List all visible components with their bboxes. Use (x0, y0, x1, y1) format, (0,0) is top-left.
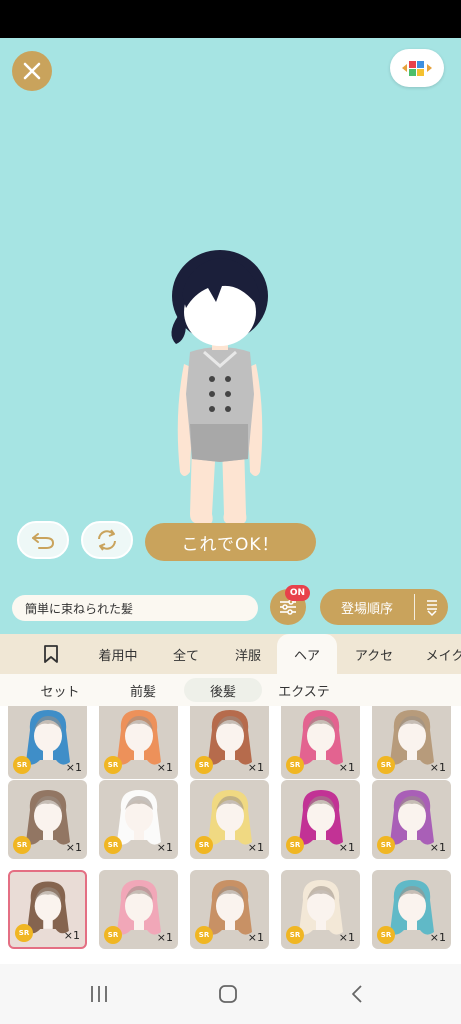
hair-item-card[interactable]: SR ×1 (372, 706, 451, 779)
tab-hair[interactable]: ヘア (277, 634, 337, 674)
hair-item-card[interactable]: SR ×1 (281, 780, 360, 859)
avatar-stage: これでOK！ (0, 38, 461, 580)
rarity-badge: SR (377, 756, 395, 774)
rarity-badge: SR (377, 836, 395, 854)
hair-item-card[interactable]: SR ×1 (8, 780, 87, 859)
item-toolbar: 簡単に束ねられた髪 ON 登場順序 (0, 580, 461, 634)
subtab-set[interactable]: セット (22, 678, 98, 702)
close-icon (23, 62, 41, 80)
undo-icon (32, 533, 55, 549)
rarity-badge: SR (104, 756, 122, 774)
rarity-badge: SR (286, 926, 304, 944)
selected-item-name: 簡単に束ねられた髪 (12, 595, 258, 621)
tab-all[interactable]: 全て (160, 634, 212, 674)
nav-back-button[interactable] (342, 981, 372, 1007)
hair-item-card[interactable]: SR ×1 (281, 706, 360, 779)
filter-on-badge: ON (285, 585, 310, 601)
hair-item-card[interactable]: SR ×1 (190, 870, 269, 949)
bookmark-icon (44, 645, 58, 663)
undo-button[interactable] (17, 521, 69, 559)
rarity-badge: SR (195, 756, 213, 774)
item-quantity: ×1 (247, 931, 264, 944)
wardrobe-panel: 着用中 全て 洋服 ヘア アクセ メイク セット 前髪 後髪 エクステ SR ×1 SR ×1 SR ×1… (0, 634, 461, 964)
item-quantity: ×1 (429, 841, 446, 854)
sort-order-label: 登場順序 (340, 601, 393, 617)
close-button[interactable] (12, 51, 52, 91)
palette-button[interactable] (390, 49, 444, 87)
hair-item-card[interactable]: SR ×1 (190, 780, 269, 859)
tab-wearing[interactable]: 着用中 (80, 634, 156, 674)
tab-bookmark[interactable] (28, 634, 74, 674)
rarity-badge: SR (13, 836, 31, 854)
rotate-button[interactable] (81, 521, 133, 559)
item-quantity: ×1 (247, 841, 264, 854)
confirm-ok-button[interactable]: これでOK！ (145, 523, 316, 561)
hair-item-card[interactable]: SR ×1 (372, 870, 451, 949)
item-quantity: ×1 (338, 841, 355, 854)
hair-item-card[interactable]: SR ×1 (8, 706, 87, 779)
subtab-extensions[interactable]: エクステ (266, 678, 342, 702)
subtab-bangs[interactable]: 前髪 (108, 678, 178, 702)
item-grid: SR ×1 SR ×1 SR ×1 SR ×1 SR ×1 SR ×1 SR ×1 SR ×1 SR ×1 SR ×1… (0, 706, 461, 964)
rarity-badge: SR (15, 924, 33, 942)
hair-item-card[interactable]: SR ×1 (281, 870, 360, 949)
item-quantity: ×1 (156, 841, 173, 854)
home-icon (219, 985, 237, 1003)
rarity-badge: SR (195, 836, 213, 854)
system-nav-bar (0, 964, 461, 1024)
subtab-back-hair[interactable]: 後髪 (184, 678, 262, 702)
item-quantity: ×1 (429, 761, 446, 774)
item-quantity: ×1 (156, 931, 173, 944)
subcategory-tabs: セット 前髪 後髪 エクステ (0, 674, 461, 706)
rarity-badge: SR (195, 926, 213, 944)
hair-item-card[interactable]: SR ×1 (99, 706, 178, 779)
category-tabs: 着用中 全て 洋服 ヘア アクセ メイク (0, 634, 461, 674)
item-quantity: ×1 (338, 931, 355, 944)
rarity-badge: SR (286, 836, 304, 854)
item-quantity: ×1 (63, 929, 80, 942)
hair-item-card[interactable]: SR ×1 (99, 780, 178, 859)
item-quantity: ×1 (65, 841, 82, 854)
item-quantity: ×1 (429, 931, 446, 944)
rarity-badge: SR (104, 926, 122, 944)
tab-makeup[interactable]: メイク (415, 634, 461, 674)
rarity-badge: SR (286, 756, 304, 774)
recents-icon (91, 986, 107, 1002)
hair-item-card[interactable]: SR ×1 (99, 870, 178, 949)
sort-order-button[interactable]: 登場順序 (320, 589, 448, 625)
nav-home-button[interactable] (213, 981, 243, 1007)
tab-accessories[interactable]: アクセ (340, 634, 408, 674)
avatar-figure (171, 250, 268, 524)
hair-item-card[interactable]: SR ×1 (372, 780, 451, 859)
item-quantity: ×1 (65, 761, 82, 774)
item-quantity: ×1 (156, 761, 173, 774)
rotate-icon (98, 529, 116, 551)
rarity-badge: SR (104, 836, 122, 854)
rarity-badge: SR (377, 926, 395, 944)
hair-item-card[interactable]: SR ×1 (8, 870, 87, 949)
status-bar (0, 0, 461, 38)
palette-icon (402, 61, 432, 76)
rarity-badge: SR (13, 756, 31, 774)
nav-recents-button[interactable] (84, 981, 114, 1007)
hair-item-card[interactable]: SR ×1 (190, 706, 269, 779)
item-quantity: ×1 (247, 761, 264, 774)
item-quantity: ×1 (338, 761, 355, 774)
back-icon (352, 985, 362, 1003)
sort-icon (415, 598, 448, 616)
tab-clothes[interactable]: 洋服 (220, 634, 276, 674)
